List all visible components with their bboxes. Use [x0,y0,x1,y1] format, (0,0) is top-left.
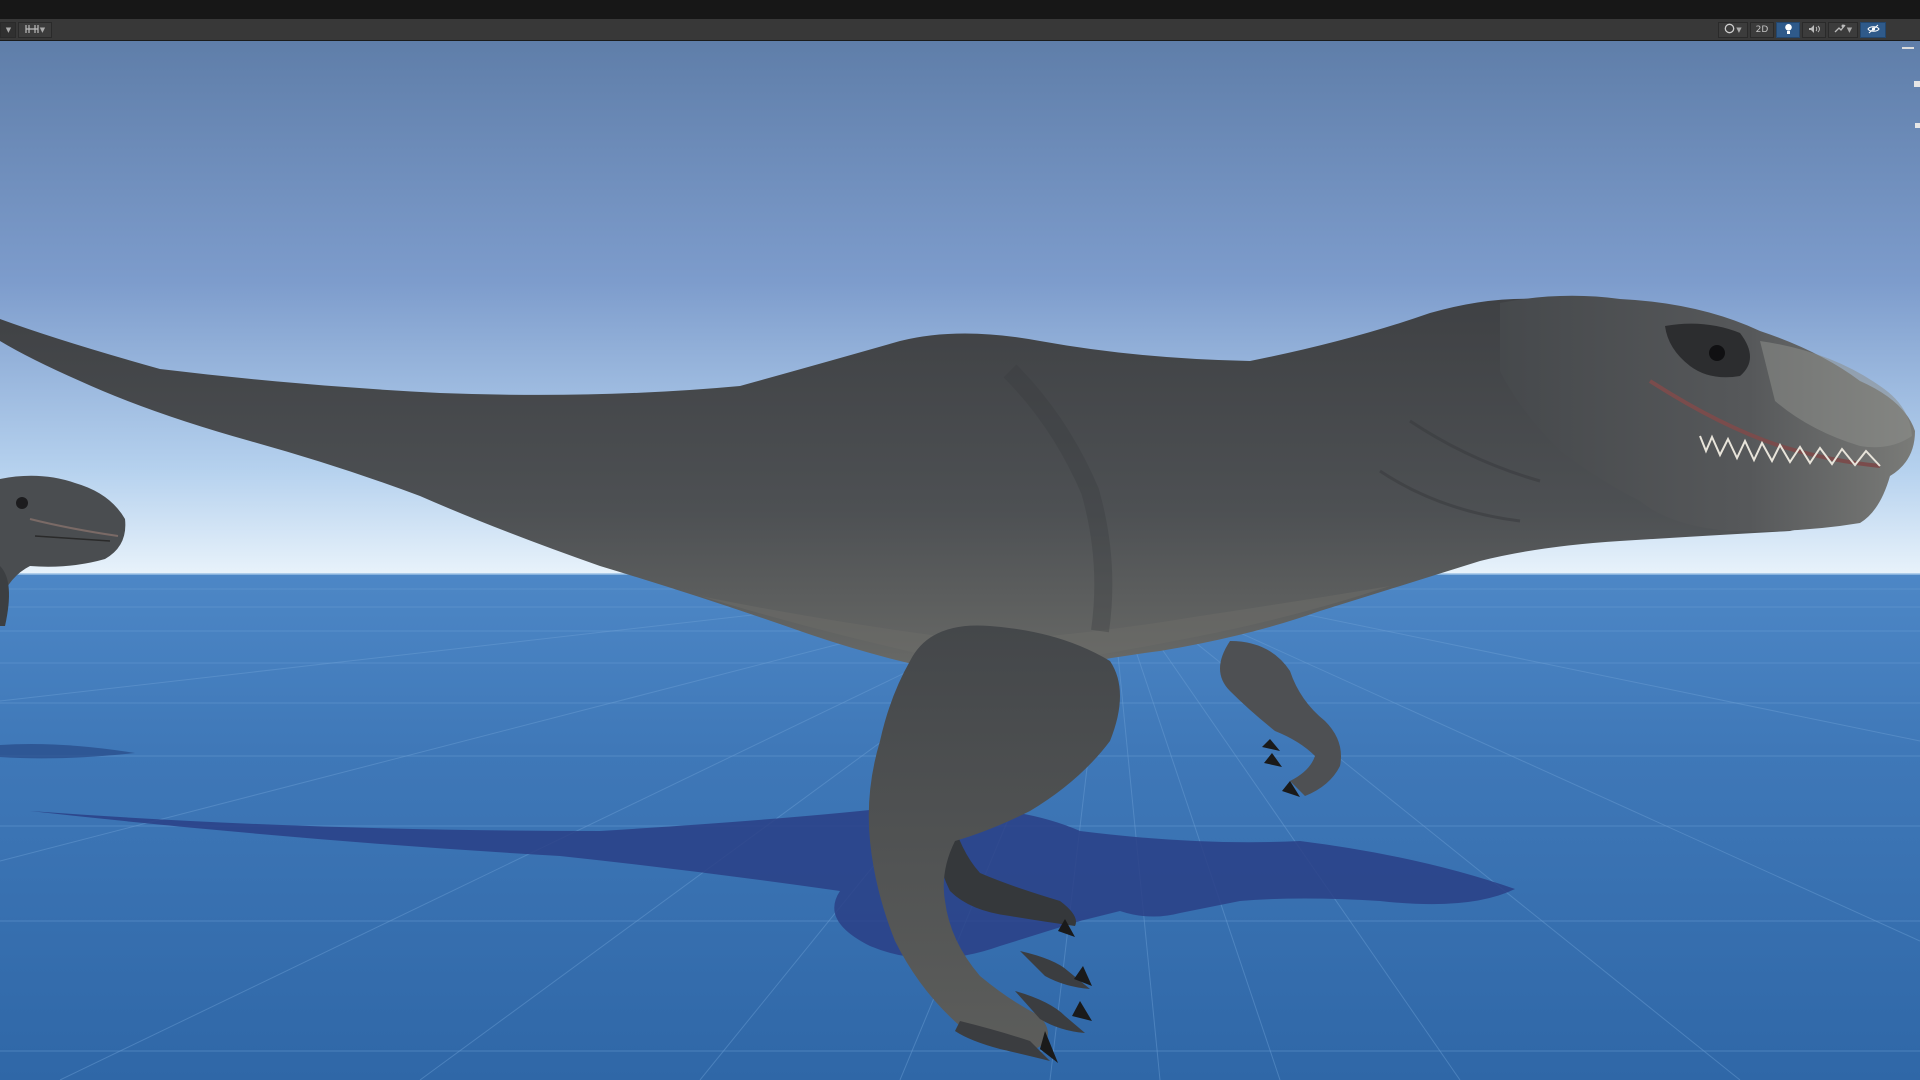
toolbar-right-group: ▼ 2D ▼ [1718,22,1888,38]
gizmo-handle-icon [1914,81,1920,87]
mode-2d-label: 2D [1755,25,1769,35]
scene-visibility-icon [1866,24,1880,37]
shading-mode-dropdown[interactable]: ▼ [1718,22,1748,38]
grid-snap-icon [25,24,39,37]
audio-toggle[interactable] [1802,22,1826,38]
chevron-down-icon: ▼ [1846,26,1853,34]
orientation-gizmo[interactable] [1902,41,1920,141]
scene-viewport[interactable] [0,41,1920,1080]
lighting-toggle[interactable] [1776,22,1800,38]
scene-view-toolbar: ▼ ▼ ▼ 2D ▼ [0,19,1920,41]
chevron-down-icon: ▼ [39,26,46,34]
sphere-shading-icon [1724,23,1735,37]
grid-snap-dropdown[interactable]: ▼ [18,22,52,38]
mode-2d-button[interactable]: 2D [1750,22,1774,38]
gizmo-handle-icon [1902,47,1914,49]
chevron-down-icon: ▼ [5,26,12,34]
effects-dropdown[interactable]: ▼ [1828,22,1858,38]
effects-icon [1834,23,1846,37]
lightbulb-icon [1784,23,1793,38]
scene-canvas[interactable] [0,41,1920,1080]
toolbar-left-group: ▼ ▼ [0,22,54,38]
draw-mode-dropdown[interactable]: ▼ [0,22,16,38]
window-titlebar [0,0,1920,19]
chevron-down-icon: ▼ [1736,26,1742,34]
scene-visibility-toggle[interactable] [1860,22,1886,38]
gizmo-handle-icon [1915,123,1920,128]
audio-icon [1808,24,1820,37]
